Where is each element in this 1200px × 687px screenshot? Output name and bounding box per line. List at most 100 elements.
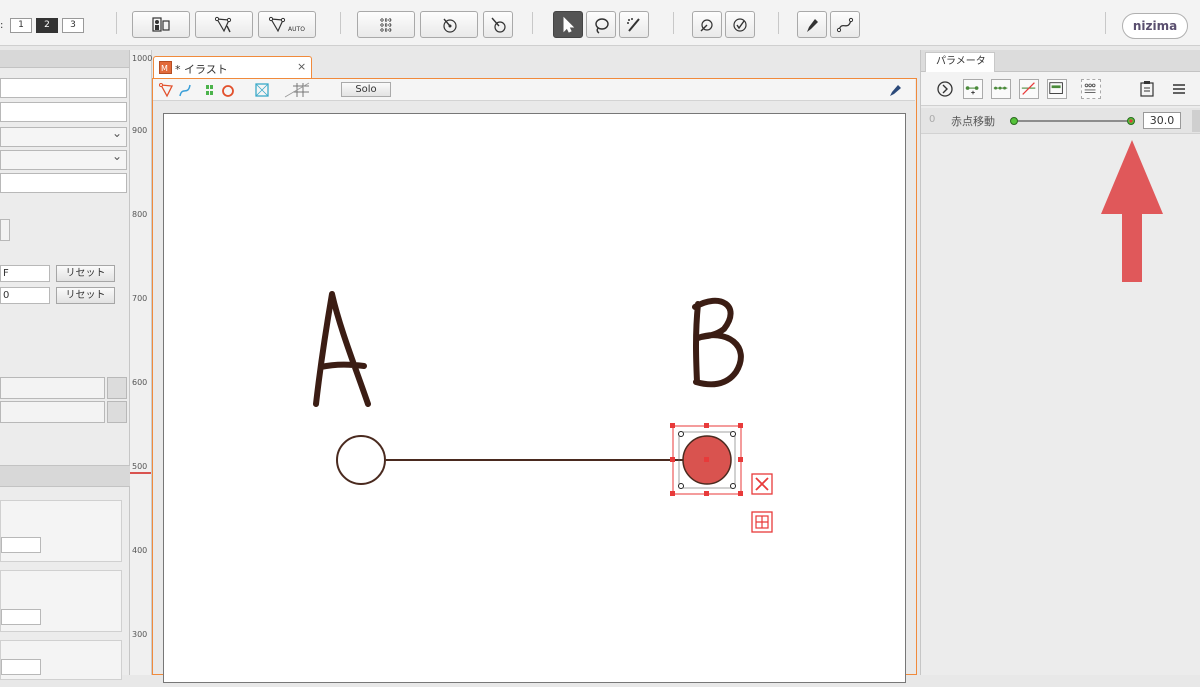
parameter-tab[interactable]: パラメータ: [925, 52, 995, 72]
warp-tool-button[interactable]: [483, 11, 513, 38]
vertical-ruler: 1000 900 800 700 600 500 400 300: [130, 50, 152, 675]
play-circle-icon[interactable]: [936, 80, 954, 98]
mesh-edit-button[interactable]: [195, 11, 253, 38]
curve-display-icon[interactable]: [177, 82, 193, 98]
parameter-scrollbar[interactable]: [1192, 110, 1200, 132]
list-field-1[interactable]: [0, 377, 105, 399]
add-key-icon: [965, 86, 979, 95]
pen-tool-button[interactable]: [797, 11, 827, 38]
name-field[interactable]: [0, 78, 127, 98]
box-3-field[interactable]: [1, 659, 41, 675]
grid-icon: [380, 17, 392, 32]
left-section-header: [0, 465, 130, 487]
page-2-button[interactable]: 2: [36, 18, 58, 33]
toolbar-separator: [778, 12, 779, 34]
curve-tool-button[interactable]: [830, 11, 860, 38]
document-tab-title: * イラスト: [175, 63, 228, 76]
parent-field[interactable]: [0, 173, 127, 193]
transform-selection-icon[interactable]: [751, 511, 773, 533]
mesh-icon: [215, 16, 232, 32]
slider-current-position[interactable]: [1129, 119, 1133, 123]
rotation-display-icon[interactable]: [219, 82, 235, 98]
transform-check-button[interactable]: [725, 11, 755, 38]
left-box-3: [0, 640, 122, 680]
clipboard-icon[interactable]: [1138, 80, 1156, 98]
type-select[interactable]: [0, 126, 127, 147]
left-inspector-panel: F リセット 0 リセット: [0, 50, 130, 680]
brush-select-button[interactable]: [619, 11, 649, 38]
model-view-button[interactable]: [132, 11, 190, 38]
lasso-tool-button[interactable]: [586, 11, 616, 38]
ruler-label: 500: [132, 462, 148, 471]
ruler-label: 1000: [132, 54, 153, 63]
pen-icon: [807, 18, 818, 32]
select-tool-button[interactable]: [553, 11, 583, 38]
delete-key-icon: [1021, 82, 1036, 95]
document-toolbar: Solo: [153, 79, 915, 101]
mesh-display-icon[interactable]: [159, 82, 175, 98]
box-1-field[interactable]: [1, 537, 41, 553]
parameter-toolbar: [921, 72, 1200, 106]
arrow-cursor-icon: [563, 16, 575, 33]
pen-display-icon[interactable]: [887, 82, 903, 98]
blend-select[interactable]: [0, 149, 127, 170]
reset-button-2[interactable]: リセット: [56, 287, 115, 304]
page-1-button[interactable]: 1: [10, 18, 32, 33]
toolbar-separator: [340, 12, 341, 34]
left-box-1: [0, 500, 122, 562]
parameter-settings-button[interactable]: [1047, 79, 1067, 99]
value-field-1[interactable]: F: [0, 265, 50, 282]
left-panel-header: [0, 50, 129, 68]
main-toolbar: : 1 2 3 AUTO nizima: [0, 0, 1200, 46]
id-field[interactable]: [0, 102, 127, 122]
rotation-deformer-button[interactable]: [420, 11, 478, 38]
ruler-label: 300: [132, 630, 148, 639]
brush-icon: [627, 17, 640, 32]
drawing-canvas[interactable]: [163, 113, 906, 683]
parameter-value-field[interactable]: 30.0: [1143, 112, 1181, 129]
box-2-field[interactable]: [1, 609, 41, 625]
point-a-circle[interactable]: [336, 435, 386, 485]
auto-label: AUTO: [288, 26, 305, 33]
glue-tool-button[interactable]: [692, 11, 722, 38]
delete-selection-icon[interactable]: [751, 473, 773, 495]
small-toggle[interactable]: [0, 219, 10, 241]
bounding-box-icon[interactable]: [254, 82, 270, 98]
toolbar-separator: [116, 12, 117, 34]
letter-a-drawing: [313, 291, 371, 407]
solo-button[interactable]: Solo: [341, 82, 391, 97]
list-button-1[interactable]: [107, 377, 127, 399]
deformer-grid-button[interactable]: [357, 11, 415, 38]
list-button-2[interactable]: [107, 401, 127, 423]
slider-min-key[interactable]: [1010, 117, 1018, 125]
pin-icon: [700, 18, 713, 31]
menu-icon[interactable]: [1171, 81, 1187, 97]
parameter-slider[interactable]: [1009, 114, 1137, 128]
parameter-index: 0: [929, 114, 936, 125]
parameter-panel: パラメータ 0 赤点移動 30.0: [920, 50, 1200, 675]
document-area: Solo: [152, 78, 917, 683]
delete-key-button[interactable]: [1019, 79, 1039, 99]
parameter-tabbar: パラメータ: [921, 50, 1200, 72]
lasso-icon: [595, 17, 609, 34]
letter-b-drawing: [692, 297, 744, 388]
nizima-logo[interactable]: nizima: [1122, 13, 1188, 39]
page-3-button[interactable]: 3: [62, 18, 84, 33]
window-icon: [1049, 82, 1063, 94]
curve-icon: [836, 17, 854, 32]
parameter-group-button[interactable]: [1081, 79, 1101, 99]
parameter-name: 赤点移動: [951, 115, 995, 128]
reset-button-1[interactable]: リセット: [56, 265, 115, 282]
toolbar-separator: [1105, 12, 1106, 34]
up-arrow-annotation-icon: [1101, 140, 1163, 282]
list-field-2[interactable]: [0, 401, 105, 423]
value-field-2[interactable]: 0: [0, 287, 50, 304]
grid-toggle-icon[interactable]: [283, 82, 311, 98]
document-tab-close[interactable]: ×: [297, 60, 306, 73]
parameter-row[interactable]: 0 赤点移動 30.0: [921, 108, 1200, 134]
ruler-label: 900: [132, 126, 148, 135]
add-multi-key-button[interactable]: [991, 79, 1011, 99]
document-tab[interactable]: M * イラスト ×: [153, 56, 312, 80]
auto-mesh-button[interactable]: AUTO: [258, 11, 316, 38]
add-key-button[interactable]: [963, 79, 983, 99]
